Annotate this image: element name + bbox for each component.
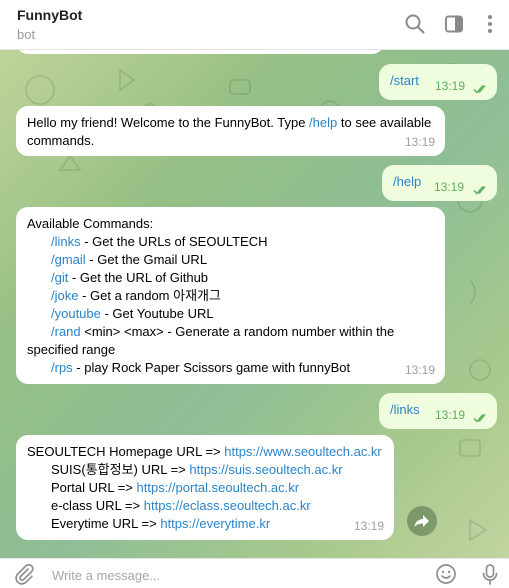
emoji-icon[interactable] bbox=[435, 563, 457, 585]
search-icon[interactable] bbox=[404, 13, 426, 35]
command-desc: <min> <max> - Generate a random number w… bbox=[80, 324, 395, 339]
message-text[interactable]: /links bbox=[390, 402, 420, 417]
double-check-icon bbox=[473, 414, 486, 423]
command-link-youtube[interactable]: /youtube bbox=[51, 306, 101, 321]
url-link-seoultech[interactable]: https://www.seoultech.ac.kr bbox=[224, 444, 382, 459]
command-link-rand[interactable]: /rand bbox=[51, 324, 81, 339]
message-time: 13:19 bbox=[434, 180, 465, 194]
command-desc-continued: specified range bbox=[27, 342, 116, 357]
command-desc: - Get a random 아재개그 bbox=[78, 288, 221, 303]
message-composer bbox=[0, 558, 509, 588]
command-link-links[interactable]: /links bbox=[51, 234, 81, 249]
url-label: Everytime URL => bbox=[51, 516, 161, 531]
microphone-icon[interactable] bbox=[479, 563, 501, 585]
message-input[interactable] bbox=[52, 565, 412, 585]
url-link-everytime[interactable]: https://everytime.kr bbox=[160, 516, 270, 531]
paperclip-icon[interactable] bbox=[13, 563, 35, 585]
message-bubble-previous bbox=[16, 50, 384, 54]
url-label: Portal URL => bbox=[51, 480, 137, 495]
message-time: 13:19 bbox=[435, 79, 466, 93]
double-check-icon bbox=[473, 186, 486, 195]
message-bubble-outgoing[interactable]: /start 13:19 bbox=[379, 64, 497, 100]
forward-button[interactable] bbox=[407, 506, 437, 536]
double-check-icon bbox=[473, 85, 486, 94]
commands-heading: Available Commands: bbox=[27, 216, 154, 231]
command-link-git[interactable]: /git bbox=[51, 270, 68, 285]
message-time: 13:19 bbox=[404, 363, 435, 377]
more-vertical-icon[interactable] bbox=[479, 13, 501, 35]
chat-status: bot bbox=[17, 27, 36, 42]
message-text[interactable]: /start bbox=[390, 73, 419, 88]
message-time: 13:19 bbox=[353, 519, 384, 533]
url-label: e-class URL => bbox=[51, 498, 144, 513]
sidebar-toggle-icon[interactable] bbox=[443, 13, 465, 35]
command-link-gmail[interactable]: /gmail bbox=[51, 252, 86, 267]
message-text: Hello my friend! Welcome to the FunnyBot… bbox=[27, 115, 310, 130]
url-link-suis[interactable]: https://suis.seoultech.ac.kr bbox=[189, 462, 342, 477]
url-link-portal[interactable]: https://portal.seoultech.ac.kr bbox=[137, 480, 300, 495]
url-link-eclass[interactable]: https://eclass.seoultech.ac.kr bbox=[144, 498, 311, 513]
message-bubble-outgoing[interactable]: /help 13:19 bbox=[382, 165, 497, 201]
chat-title[interactable]: FunnyBot bbox=[17, 7, 82, 23]
command-desc: - Get the URL of Github bbox=[68, 270, 209, 285]
command-link-rps[interactable]: /rps bbox=[51, 360, 73, 375]
url-label: SEOULTECH Homepage URL => bbox=[27, 444, 225, 459]
message-bubble-incoming[interactable]: SEOULTECH Homepage URL => https://www.se… bbox=[16, 435, 394, 540]
command-link-help[interactable]: /help bbox=[309, 115, 337, 130]
url-label: SUIS(통합정보) URL => bbox=[51, 462, 190, 477]
message-time: 13:19 bbox=[404, 135, 435, 149]
command-desc: - Get the URLs of SEOULTECH bbox=[80, 234, 268, 249]
command-link-joke[interactable]: /joke bbox=[51, 288, 78, 303]
message-bubble-outgoing[interactable]: /links 13:19 bbox=[379, 393, 497, 429]
chat-history[interactable]: /start 13:19 Hello my friend! Welcome to… bbox=[0, 50, 509, 558]
message-text[interactable]: /help bbox=[393, 174, 421, 189]
message-time: 13:19 bbox=[435, 408, 466, 422]
chat-header: FunnyBot bot bbox=[0, 0, 509, 50]
command-desc: - Get Youtube URL bbox=[100, 306, 214, 321]
command-desc: - play Rock Paper Scissors game with fun… bbox=[72, 360, 351, 375]
message-bubble-incoming[interactable]: Hello my friend! Welcome to the FunnyBot… bbox=[16, 106, 445, 156]
command-desc: - Get the Gmail URL bbox=[85, 252, 208, 267]
message-bubble-incoming[interactable]: Available Commands: /links - Get the URL… bbox=[16, 207, 445, 384]
forward-arrow-icon bbox=[414, 515, 429, 527]
